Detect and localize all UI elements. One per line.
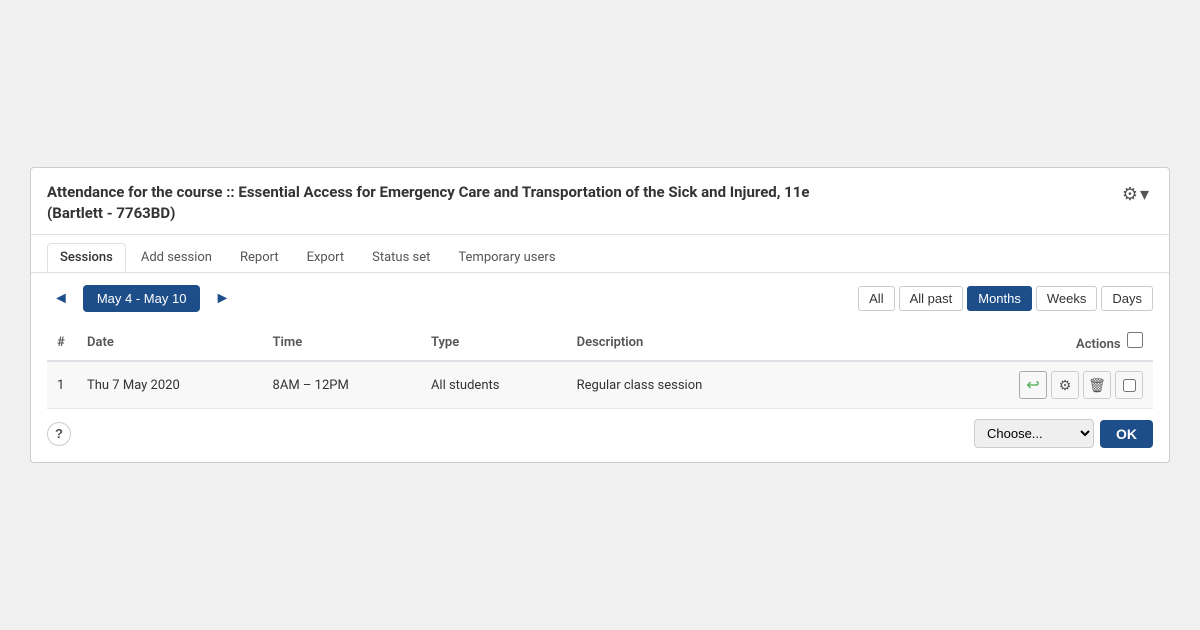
tab-export[interactable]: Export: [294, 243, 358, 272]
date-range-button[interactable]: May 4 - May 10: [83, 285, 201, 312]
page-header: Attendance for the course :: Essential A…: [31, 168, 1169, 235]
arrows-svg: [31, 462, 1169, 463]
row-number: 1: [47, 361, 77, 409]
page-title: Attendance for the course :: Essential A…: [47, 182, 810, 224]
row-date: Thu 7 May 2020: [77, 361, 263, 409]
bulk-action-select[interactable]: Choose...: [974, 419, 1094, 448]
action-icons-group: ↩ ⚙ 🗑: [1019, 371, 1143, 399]
choose-ok-group: Choose... OK: [974, 419, 1153, 448]
col-description: Description: [567, 324, 1009, 361]
table-header-row: # Date Time Type Description Actions: [47, 324, 1153, 361]
view-weeks-button[interactable]: Weeks: [1036, 286, 1098, 311]
col-actions: Actions: [1009, 324, 1153, 361]
tab-report[interactable]: Report: [227, 243, 292, 272]
trash-icon: 🗑: [1088, 377, 1106, 394]
col-number: #: [47, 324, 77, 361]
view-buttons: All All past Months Weeks Days: [858, 286, 1153, 311]
sessions-table: # Date Time Type Description Actions 1 T…: [47, 324, 1153, 409]
table-section: # Date Time Type Description Actions 1 T…: [31, 324, 1169, 409]
session-gear-icon: ⚙: [1059, 377, 1072, 394]
footer-row: ? Choose... OK: [31, 409, 1169, 462]
row-checkbox[interactable]: [1123, 379, 1136, 392]
title-line2: (Bartlett - 7763BD): [47, 204, 175, 222]
delete-session-button[interactable]: 🗑: [1083, 371, 1111, 399]
tab-sessions[interactable]: Sessions: [47, 243, 126, 272]
row-type: All students: [421, 361, 567, 409]
session-settings-button[interactable]: ⚙: [1051, 371, 1079, 399]
view-days-button[interactable]: Days: [1101, 286, 1153, 311]
row-description: Regular class session: [567, 361, 1009, 409]
main-container: Attendance for the course :: Essential A…: [30, 167, 1170, 463]
view-all-past-button[interactable]: All past: [899, 286, 964, 311]
settings-gear-button[interactable]: ⚙ ▾: [1118, 182, 1153, 207]
row-checkbox-button[interactable]: [1115, 371, 1143, 399]
tab-temporary-users[interactable]: Temporary users: [445, 243, 568, 272]
select-all-checkbox[interactable]: [1127, 332, 1143, 348]
controls-row: ◄ May 4 - May 10 ► All All past Months W…: [31, 273, 1169, 324]
tab-add-session[interactable]: Add session: [128, 243, 225, 272]
col-date: Date: [77, 324, 263, 361]
row-actions: ↩ ⚙ 🗑: [1009, 361, 1153, 409]
col-time: Time: [263, 324, 421, 361]
next-date-button[interactable]: ►: [208, 288, 236, 310]
attendance-icon: ↩: [1026, 375, 1039, 395]
settings-gear-icon: ⚙: [1122, 184, 1138, 205]
col-type: Type: [421, 324, 567, 361]
help-icon-label: ?: [55, 426, 63, 441]
help-button[interactable]: ?: [47, 422, 71, 446]
take-attendance-button[interactable]: ↩: [1019, 371, 1047, 399]
view-months-button[interactable]: Months: [967, 286, 1032, 311]
view-all-button[interactable]: All: [858, 286, 894, 311]
settings-dropdown-arrow: ▾: [1140, 184, 1149, 205]
table-row: 1 Thu 7 May 2020 8AM – 12PM All students…: [47, 361, 1153, 409]
date-nav: ◄ May 4 - May 10 ►: [47, 285, 236, 312]
tab-status-set[interactable]: Status set: [359, 243, 443, 272]
ok-button[interactable]: OK: [1100, 420, 1153, 448]
prev-date-button[interactable]: ◄: [47, 288, 75, 310]
tabs-bar: Sessions Add session Report Export Statu…: [31, 235, 1169, 273]
title-line1: Attendance for the course :: Essential A…: [47, 183, 810, 201]
row-time: 8AM – 12PM: [263, 361, 421, 409]
